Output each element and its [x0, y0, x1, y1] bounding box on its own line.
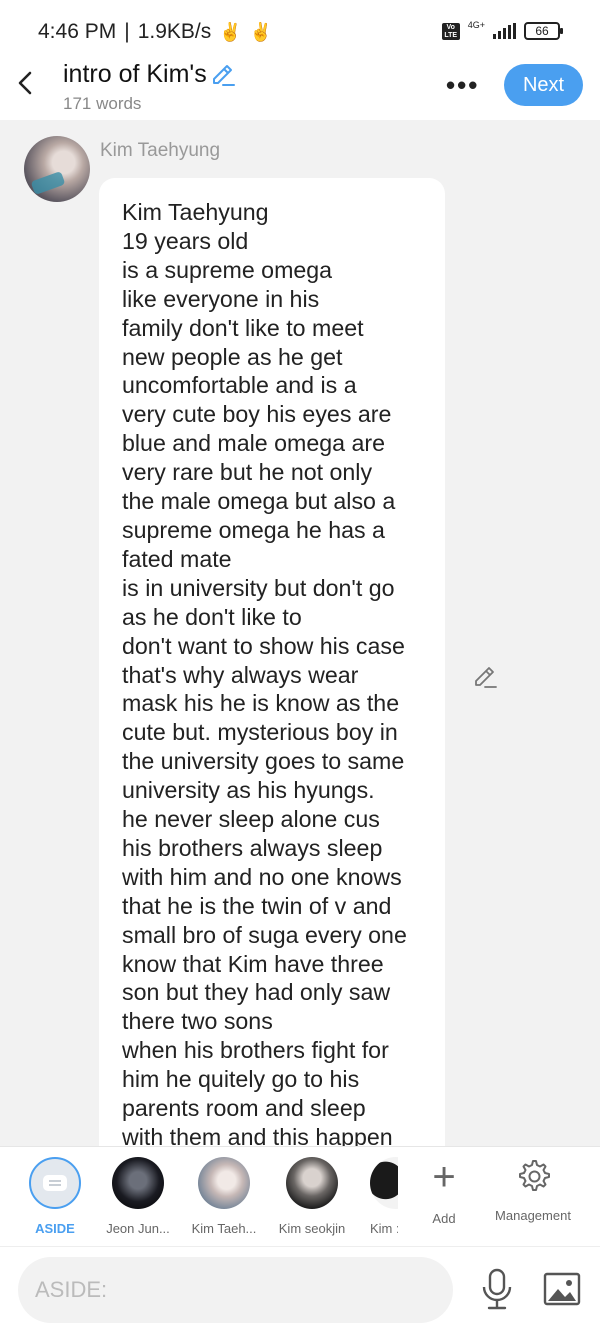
peace-hand-icon: ✌ — [219, 21, 242, 42]
image-upload-button[interactable] — [542, 1271, 582, 1307]
management-button[interactable]: Management — [488, 1157, 578, 1223]
chevron-left-icon — [18, 71, 32, 95]
message-chip-icon — [43, 1175, 67, 1191]
speaker-name: Kim Taehyung — [100, 140, 221, 161]
character-label: Jeon Jun... — [106, 1221, 170, 1236]
character-label: Kim : — [370, 1221, 398, 1236]
gear-icon — [519, 1160, 550, 1191]
next-button[interactable]: Next — [504, 64, 583, 106]
character-avatar — [286, 1157, 338, 1209]
status-right: Vo LTE 4G+ 66 — [441, 20, 563, 40]
plus-icon: + — [432, 1155, 456, 1199]
add-label: Add — [432, 1211, 456, 1226]
app-header: intro of Kim's 171 words ••• Next — [0, 52, 600, 120]
image-icon — [543, 1272, 581, 1306]
more-options-button[interactable]: ••• — [446, 70, 479, 101]
back-button[interactable] — [14, 68, 38, 98]
add-character-button[interactable]: + Add — [426, 1157, 462, 1226]
character-avatar — [198, 1157, 250, 1209]
story-content[interactable]: Kim Taehyung Kim Taehyung 19 years old i… — [0, 120, 600, 1146]
character-item-2[interactable]: Kim Taeh... — [188, 1157, 260, 1236]
volte-icon: Vo LTE — [441, 22, 460, 40]
battery-icon: 66 — [524, 22, 563, 40]
character-avatar — [370, 1157, 398, 1209]
peace-hand-icon-2: ✌ — [249, 21, 273, 42]
character-item-1[interactable]: Jeon Jun... — [102, 1157, 174, 1236]
character-bar: ASIDE Jeon Jun... Kim Taeh... Kim seokji… — [0, 1146, 600, 1246]
word-count: 171 words — [63, 94, 142, 113]
input-bar — [0, 1246, 600, 1333]
pencil-icon — [475, 667, 497, 688]
speaker-avatar[interactable] — [24, 136, 90, 202]
edit-title-button[interactable] — [210, 62, 236, 88]
status-time: 4:46 PM — [38, 20, 117, 43]
network-type: 4G+ — [467, 20, 485, 30]
status-separator: | — [124, 20, 130, 43]
aside-label: ASIDE — [35, 1221, 75, 1236]
status-left: 4:46 PM | 1.9KB/s ✌ ✌ — [38, 20, 272, 44]
character-aside[interactable]: ASIDE — [27, 1157, 83, 1236]
message-bubble[interactable]: Kim Taehyung 19 years old is a supreme o… — [99, 178, 445, 1146]
pencil-icon — [213, 65, 235, 86]
microphone-icon — [482, 1268, 512, 1310]
character-avatar — [112, 1157, 164, 1209]
edit-message-button[interactable] — [472, 664, 498, 690]
signal-icon — [493, 23, 516, 39]
management-label: Management — [495, 1208, 571, 1223]
aside-input[interactable] — [18, 1257, 453, 1323]
character-item-3[interactable]: Kim seokjin — [274, 1157, 350, 1236]
character-item-4[interactable]: Kim : — [370, 1157, 398, 1237]
message-text: Kim Taehyung 19 years old is a supreme o… — [122, 199, 407, 1146]
status-speed: 1.9KB/s — [137, 20, 212, 43]
voice-input-button[interactable] — [480, 1267, 514, 1313]
page-title[interactable]: intro of Kim's — [63, 60, 207, 89]
character-label: Kim seokjin — [278, 1221, 346, 1236]
character-label: Kim Taeh... — [191, 1221, 257, 1236]
aside-avatar — [29, 1157, 81, 1209]
